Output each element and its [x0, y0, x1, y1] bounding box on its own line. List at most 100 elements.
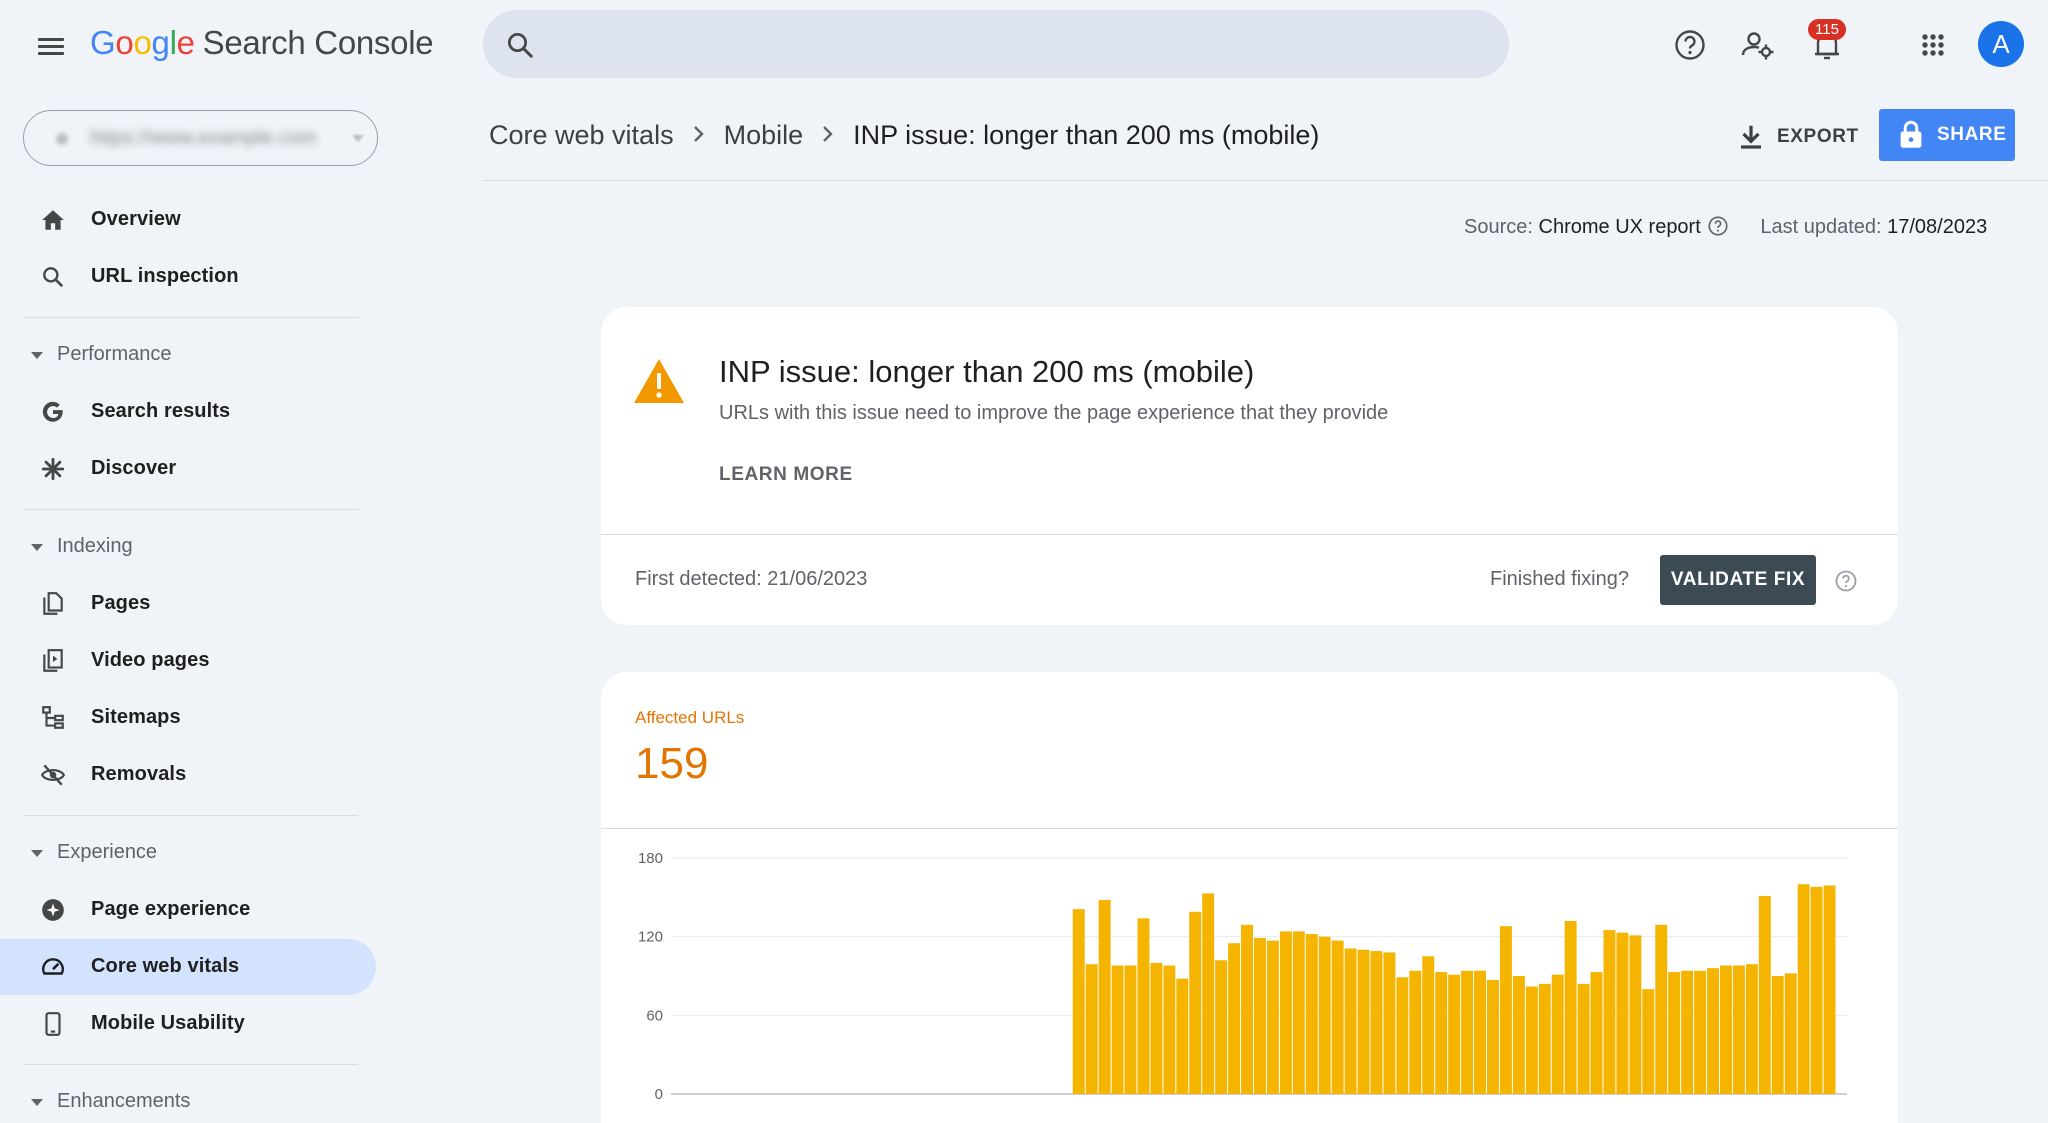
chart-bar[interactable]: [1448, 974, 1461, 1094]
sidebar-item-url-inspection[interactable]: URL inspection: [0, 249, 376, 305]
chart-bar[interactable]: [1098, 899, 1111, 1094]
chart-bar[interactable]: [1085, 964, 1098, 1094]
chart-bar[interactable]: [1072, 909, 1085, 1094]
sidebar-item-pages[interactable]: Pages: [0, 576, 376, 632]
sidebar-item-sitemaps[interactable]: Sitemaps: [0, 690, 376, 746]
sidebar-item-mobile-usability[interactable]: Mobile Usability: [0, 996, 376, 1052]
chart-bar[interactable]: [1344, 948, 1357, 1094]
chart-bar[interactable]: [1331, 940, 1344, 1094]
chart-bar[interactable]: [1383, 952, 1396, 1094]
section-performance[interactable]: Performance: [0, 335, 360, 375]
export-button[interactable]: EXPORT: [1730, 114, 1860, 160]
chart-bar[interactable]: [1758, 896, 1771, 1094]
chart-bar[interactable]: [1784, 973, 1797, 1094]
chart-bar[interactable]: [1810, 886, 1823, 1094]
section-enhancements[interactable]: Enhancements: [0, 1082, 360, 1122]
chart-bar[interactable]: [1771, 976, 1784, 1094]
chart-bar[interactable]: [1292, 931, 1305, 1094]
chart-bar[interactable]: [1202, 893, 1215, 1094]
chart-bar[interactable]: [1150, 962, 1163, 1094]
sidebar-item-discover[interactable]: Discover: [0, 441, 376, 497]
chart-bar[interactable]: [1279, 931, 1292, 1094]
chart-bar[interactable]: [1525, 986, 1538, 1094]
sidebar-item-search-results[interactable]: Search results: [0, 384, 376, 440]
share-button[interactable]: SHARE: [1879, 109, 2015, 161]
help-icon[interactable]: [1707, 215, 1729, 243]
chart-bar[interactable]: [1629, 935, 1642, 1094]
chart-bar[interactable]: [1590, 972, 1603, 1094]
property-name: https://www.example.com: [90, 127, 317, 149]
chart-bar[interactable]: [1720, 965, 1732, 1094]
chart-bar[interactable]: [1564, 920, 1577, 1094]
chevron-down-icon: [31, 352, 43, 359]
chart-bar[interactable]: [1189, 911, 1202, 1094]
y-tick-label: 0: [655, 1086, 663, 1103]
chart-bar[interactable]: [1823, 885, 1836, 1094]
chart-bar[interactable]: [1642, 989, 1655, 1094]
sidebar-item-core-web-vitals[interactable]: Core web vitals: [0, 939, 376, 995]
chart-bar[interactable]: [1254, 937, 1266, 1094]
sidebar-item-page-experience[interactable]: Page experience: [0, 882, 376, 938]
chart-bar[interactable]: [1499, 926, 1512, 1094]
sidebar-item-removals[interactable]: Removals: [0, 747, 376, 803]
chart-bar[interactable]: [1228, 943, 1241, 1094]
chart-bar[interactable]: [1797, 884, 1810, 1094]
sidebar-divider: [23, 317, 358, 318]
chart-bar[interactable]: [1538, 983, 1551, 1094]
chart-bar[interactable]: [1111, 965, 1124, 1094]
chart-bar[interactable]: [1745, 964, 1758, 1094]
chart-bar[interactable]: [1137, 918, 1150, 1094]
chart-bar[interactable]: [1396, 977, 1409, 1094]
notification-badge: 115: [1808, 19, 1846, 40]
chart-bar[interactable]: [1461, 970, 1474, 1094]
chart-bar[interactable]: [1318, 936, 1331, 1094]
logo-letter: o: [133, 24, 152, 61]
chart-bar[interactable]: [1616, 932, 1629, 1094]
property-selector[interactable]: https://www.example.com: [23, 110, 378, 166]
avatar[interactable]: A: [1978, 21, 2024, 67]
sidebar-item-label: Page experience: [91, 898, 251, 920]
sidebar-item-overview[interactable]: Overview: [0, 192, 376, 248]
chart-bar[interactable]: [1357, 949, 1370, 1094]
search-icon[interactable]: [505, 30, 535, 65]
chart-bar[interactable]: [1474, 970, 1486, 1094]
breadcrumb-mobile[interactable]: Mobile: [724, 120, 804, 150]
section-indexing[interactable]: Indexing: [0, 527, 360, 567]
chart-bar[interactable]: [1707, 968, 1719, 1094]
chart-bar[interactable]: [1266, 940, 1279, 1094]
chart-bar[interactable]: [1681, 970, 1694, 1094]
chart-bar[interactable]: [1215, 960, 1228, 1094]
help-icon[interactable]: [1667, 22, 1713, 68]
learn-more-link[interactable]: LEARN MORE: [719, 464, 853, 486]
chart-bar[interactable]: [1732, 965, 1745, 1094]
chart-bar[interactable]: [1176, 978, 1189, 1094]
manage-users-icon[interactable]: [1735, 22, 1781, 68]
chart-bar[interactable]: [1603, 930, 1616, 1094]
apps-grid-icon[interactable]: [1910, 22, 1956, 68]
chart-bar[interactable]: [1487, 979, 1499, 1094]
breadcrumb-core-web-vitals[interactable]: Core web vitals: [489, 120, 674, 150]
chart-bar[interactable]: [1163, 965, 1176, 1094]
app-logo[interactable]: Google Search Console: [90, 24, 434, 62]
chart-bar[interactable]: [1305, 934, 1318, 1094]
chart-bar[interactable]: [1370, 951, 1383, 1094]
chart-bar[interactable]: [1422, 956, 1435, 1094]
chart-bar[interactable]: [1655, 924, 1668, 1094]
chart-bar[interactable]: [1435, 972, 1448, 1094]
chart-bar[interactable]: [1668, 972, 1681, 1094]
help-icon[interactable]: [1834, 569, 1858, 598]
search-input[interactable]: [553, 10, 1473, 78]
chart-bar[interactable]: [1241, 924, 1253, 1094]
chart-bar[interactable]: [1409, 970, 1422, 1094]
chart-bar[interactable]: [1124, 965, 1137, 1094]
chart-bar[interactable]: [1694, 970, 1707, 1094]
chart-bar[interactable]: [1577, 983, 1590, 1094]
sidebar-item-label: Core web vitals: [91, 955, 240, 977]
chart-bar[interactable]: [1551, 974, 1564, 1094]
chart-bar[interactable]: [1512, 976, 1525, 1094]
validate-fix-button[interactable]: VALIDATE FIX: [1660, 555, 1816, 605]
section-experience[interactable]: Experience: [0, 833, 360, 873]
menu-icon[interactable]: [30, 26, 72, 68]
sidebar-item-video-pages[interactable]: Video pages: [0, 633, 376, 689]
search-bar[interactable]: [483, 10, 1509, 78]
